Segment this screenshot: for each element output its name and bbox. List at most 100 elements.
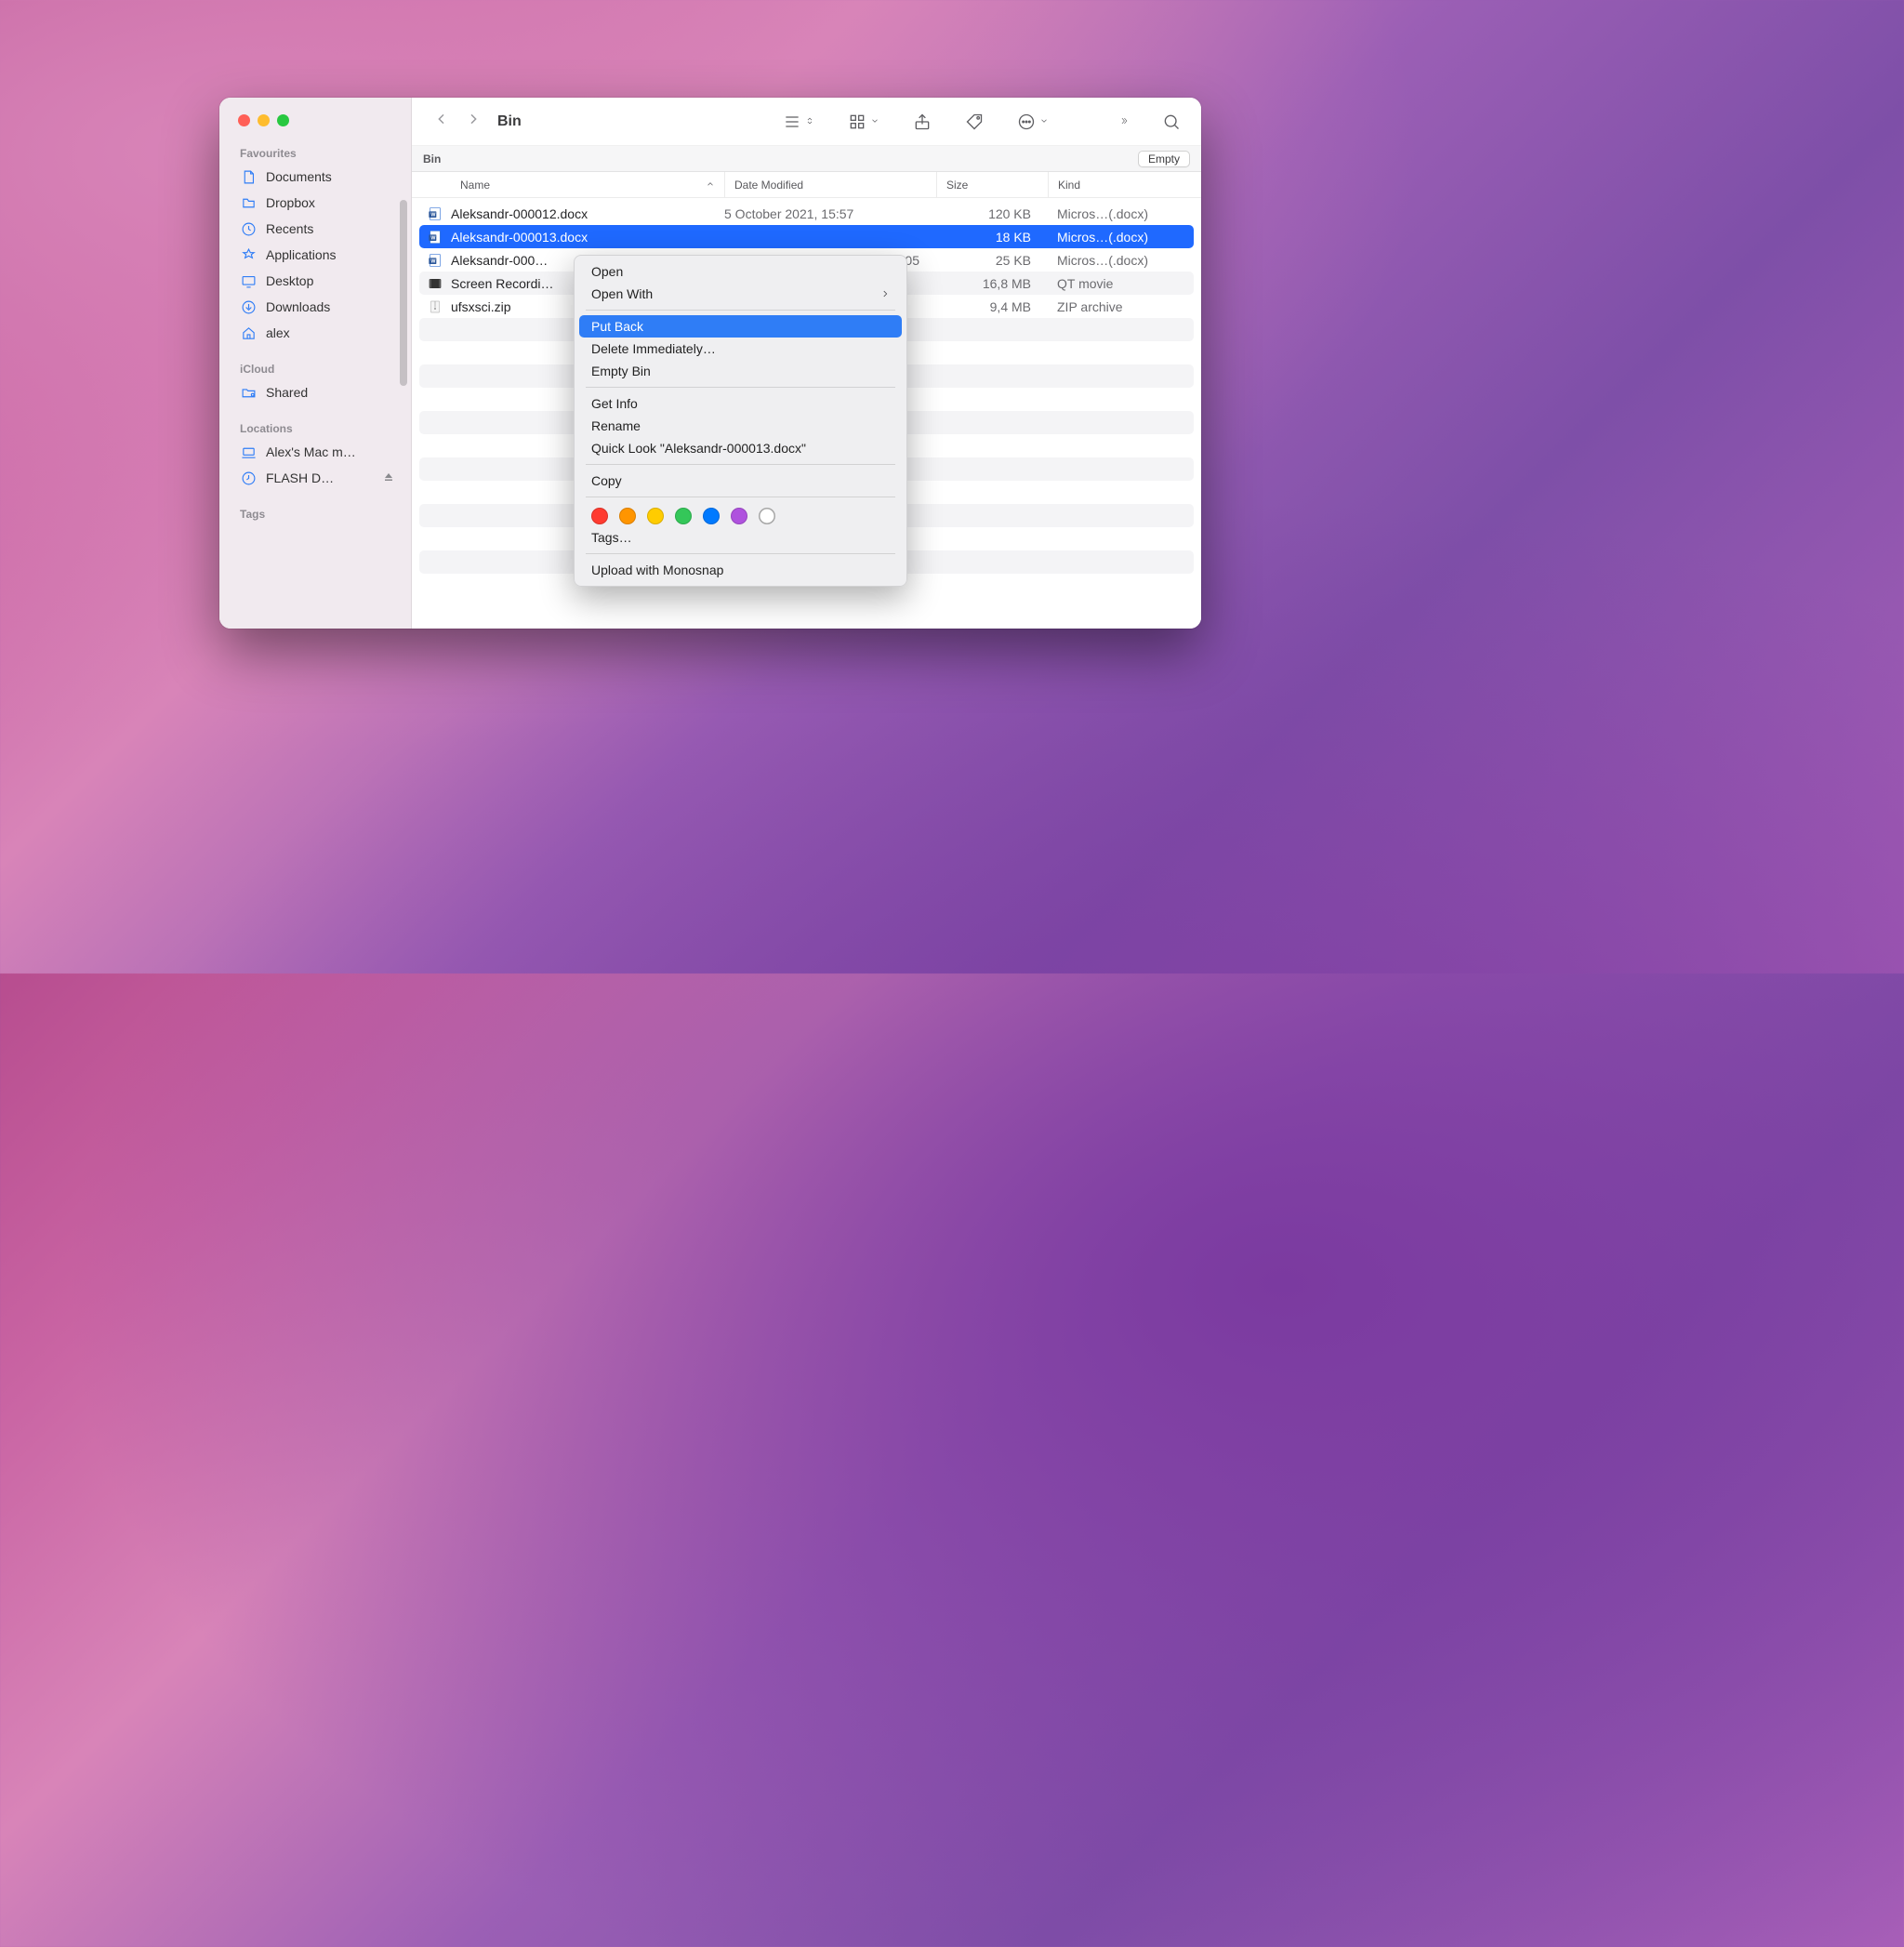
dropbox-icon bbox=[240, 194, 257, 211]
tag-dot-red[interactable] bbox=[591, 508, 608, 524]
menu-item-open-with[interactable]: Open With bbox=[575, 283, 906, 305]
sidebar-heading-locations: Locations bbox=[219, 420, 411, 439]
file-name: Screen Recordi… bbox=[451, 276, 554, 291]
tag-dot-orange[interactable] bbox=[619, 508, 636, 524]
column-header-modified[interactable]: Date Modified bbox=[724, 172, 936, 197]
zip-icon bbox=[427, 298, 443, 315]
window-title: Bin bbox=[497, 113, 522, 130]
minimize-window-button[interactable] bbox=[258, 114, 270, 126]
sidebar-scrollbar[interactable] bbox=[400, 200, 407, 386]
tag-dot-yellow[interactable] bbox=[647, 508, 664, 524]
file-name: Aleksandr-000013.docx bbox=[451, 230, 588, 245]
mac-icon bbox=[240, 444, 257, 460]
sidebar-item-dropbox[interactable]: Dropbox bbox=[219, 190, 411, 216]
column-header-modified-label: Date Modified bbox=[734, 179, 803, 192]
file-kind: Micros…(.docx) bbox=[1048, 206, 1188, 221]
share-button[interactable] bbox=[906, 109, 939, 135]
sidebar-heading-tags: Tags bbox=[219, 506, 411, 524]
sidebar-item-shared[interactable]: Shared bbox=[219, 379, 411, 405]
sidebar-item-label: Alex's Mac m… bbox=[266, 444, 356, 459]
sidebar-item-home[interactable]: alex bbox=[219, 320, 411, 346]
file-size: 16,8 MB bbox=[936, 276, 1048, 291]
column-header-kind-label: Kind bbox=[1058, 179, 1080, 192]
forward-button[interactable] bbox=[460, 108, 486, 135]
tag-color-row bbox=[575, 502, 906, 526]
sidebar-item-flash-drive[interactable]: FLASH D… bbox=[219, 465, 411, 491]
menu-item-copy[interactable]: Copy bbox=[575, 470, 906, 492]
empty-bin-button[interactable]: Empty bbox=[1138, 151, 1190, 167]
group-by-button[interactable] bbox=[840, 109, 887, 135]
search-button[interactable] bbox=[1155, 109, 1188, 135]
column-header-name[interactable]: Name bbox=[412, 179, 724, 192]
menu-item-quick-look[interactable]: Quick Look "Aleksandr-000013.docx" bbox=[575, 437, 906, 459]
sidebar-item-recents[interactable]: Recents bbox=[219, 216, 411, 242]
tag-dot-none[interactable] bbox=[759, 508, 775, 524]
sidebar-item-label: Dropbox bbox=[266, 195, 315, 210]
tag-dot-purple[interactable] bbox=[731, 508, 747, 524]
file-kind: QT movie bbox=[1048, 276, 1188, 291]
toolbar-right-group bbox=[775, 109, 1188, 135]
column-header-kind[interactable]: Kind bbox=[1048, 172, 1201, 197]
sidebar-item-label: Shared bbox=[266, 385, 308, 400]
menu-item-open[interactable]: Open bbox=[575, 260, 906, 283]
file-kind: Micros…(.docx) bbox=[1048, 230, 1188, 245]
sidebar-section-locations: Locations Alex's Mac m… FLASH D… bbox=[219, 415, 411, 500]
file-row[interactable]: W Aleksandr-000012.docx 5 October 2021, … bbox=[419, 202, 1194, 225]
column-header-size[interactable]: Size bbox=[936, 172, 1048, 197]
file-name: ufsxsci.zip bbox=[451, 299, 511, 314]
sidebar-item-desktop[interactable]: Desktop bbox=[219, 268, 411, 294]
file-size: 25 KB bbox=[936, 253, 1048, 268]
column-headers: Name Date Modified Size Kind bbox=[412, 172, 1201, 198]
sidebar-item-applications[interactable]: Applications bbox=[219, 242, 411, 268]
menu-item-rename[interactable]: Rename bbox=[575, 415, 906, 437]
menu-separator bbox=[586, 387, 895, 388]
sidebar-item-downloads[interactable]: Downloads bbox=[219, 294, 411, 320]
menu-item-empty-bin[interactable]: Empty Bin bbox=[575, 360, 906, 382]
file-size: 120 KB bbox=[936, 206, 1048, 221]
chevron-updown-icon bbox=[805, 113, 814, 130]
file-name: Aleksandr-000012.docx bbox=[451, 206, 588, 221]
back-button[interactable] bbox=[429, 108, 455, 135]
file-kind: Micros…(.docx) bbox=[1048, 253, 1188, 268]
close-window-button[interactable] bbox=[238, 114, 250, 126]
sidebar-item-label: alex bbox=[266, 325, 290, 340]
path-location: Bin bbox=[423, 152, 441, 166]
file-size: 9,4 MB bbox=[936, 299, 1048, 314]
tag-dot-blue[interactable] bbox=[703, 508, 720, 524]
sidebar-item-label: Documents bbox=[266, 169, 332, 184]
action-menu-button[interactable] bbox=[1010, 109, 1056, 135]
sidebar-item-label: FLASH D… bbox=[266, 470, 334, 485]
sidebar-section-favourites: Favourites Documents Dropbox Recents bbox=[219, 139, 411, 355]
menu-item-tags[interactable]: Tags… bbox=[575, 526, 906, 549]
tag-dot-green[interactable] bbox=[675, 508, 692, 524]
sort-ascending-icon bbox=[706, 179, 715, 192]
sidebar-section-tags: Tags bbox=[219, 500, 411, 534]
tags-button[interactable] bbox=[958, 109, 991, 135]
zoom-window-button[interactable] bbox=[277, 114, 289, 126]
sidebar-heading-favourites: Favourites bbox=[219, 145, 411, 164]
menu-item-get-info[interactable]: Get Info bbox=[575, 392, 906, 415]
eject-icon[interactable] bbox=[383, 470, 394, 485]
sidebar-section-icloud: iCloud Shared bbox=[219, 355, 411, 415]
file-name: Aleksandr-000… bbox=[451, 253, 548, 268]
window-controls bbox=[219, 114, 411, 139]
word-icon: W bbox=[427, 252, 443, 269]
menu-item-label: Open With bbox=[591, 286, 653, 301]
document-icon bbox=[240, 168, 257, 185]
shared-folder-icon bbox=[240, 384, 257, 401]
file-kind: ZIP archive bbox=[1048, 299, 1188, 314]
file-row-selected[interactable]: W Aleksandr-000013.docx 18 KB Micros…(.d… bbox=[419, 225, 1194, 248]
menu-item-delete-immediately[interactable]: Delete Immediately… bbox=[575, 338, 906, 360]
sidebar-item-label: Recents bbox=[266, 221, 313, 236]
sidebar-item-mac[interactable]: Alex's Mac m… bbox=[219, 439, 411, 465]
context-menu: Open Open With Put Back Delete Immediate… bbox=[574, 255, 907, 587]
menu-item-put-back[interactable]: Put Back bbox=[579, 315, 902, 338]
view-mode-button[interactable] bbox=[775, 109, 822, 135]
sidebar-item-label: Applications bbox=[266, 247, 337, 262]
word-icon: W bbox=[427, 205, 443, 222]
chevron-right-icon bbox=[880, 286, 890, 301]
sidebar-item-documents[interactable]: Documents bbox=[219, 164, 411, 190]
toolbar-overflow-button[interactable] bbox=[1112, 110, 1136, 134]
file-size: 18 KB bbox=[936, 230, 1048, 245]
menu-item-upload-monosnap[interactable]: Upload with Monosnap bbox=[575, 559, 906, 581]
